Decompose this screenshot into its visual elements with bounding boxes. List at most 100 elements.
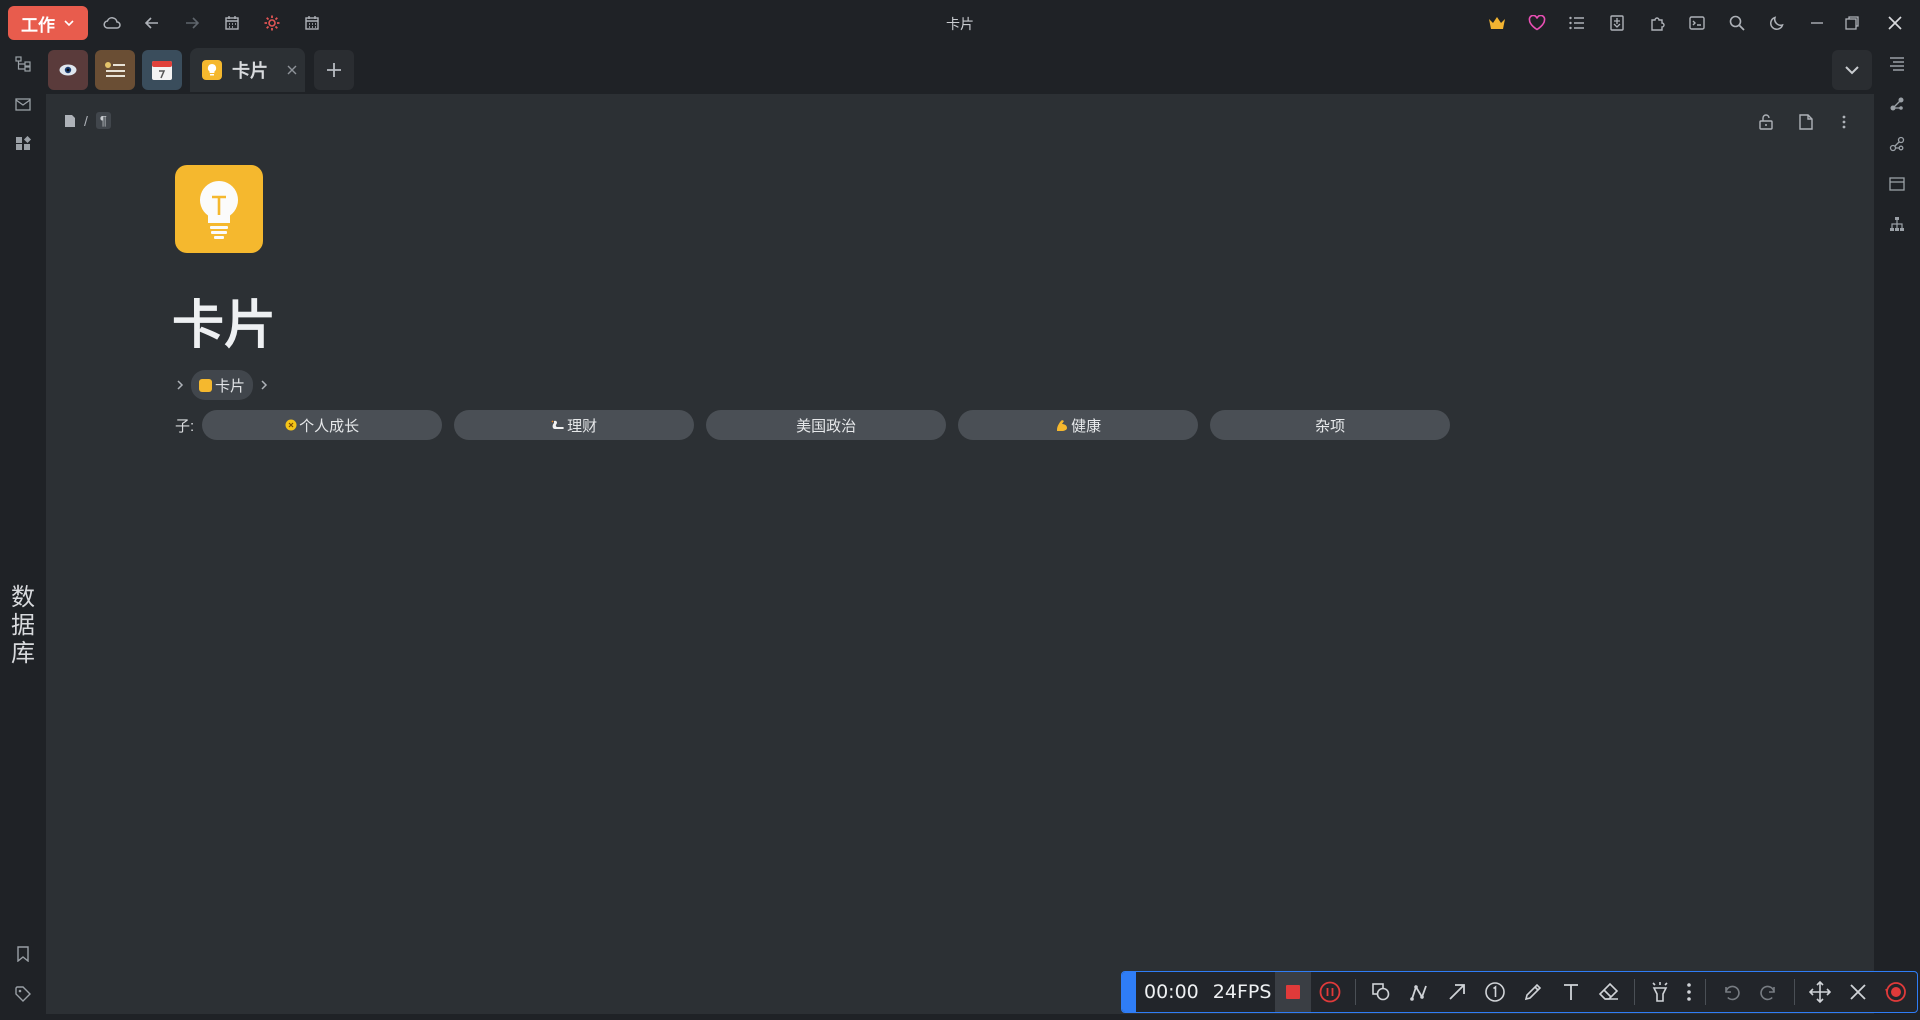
undo-button[interactable] (1715, 976, 1747, 1008)
more-tools-button[interactable] (1682, 976, 1696, 1008)
search-icon[interactable] (1725, 11, 1749, 35)
document-title[interactable]: 卡片 (172, 294, 276, 358)
recording-timer: 00:00 (1144, 981, 1199, 1003)
inbox-icon[interactable] (1605, 11, 1629, 35)
arrow-tool-button[interactable] (1441, 976, 1473, 1008)
step-number-tool-button[interactable] (1479, 976, 1511, 1008)
children-label: 子: (175, 417, 195, 435)
new-tab-button[interactable] (314, 50, 354, 90)
shapes-tool-button[interactable] (1365, 976, 1397, 1008)
tab-pinned-tasks[interactable] (95, 50, 135, 90)
calendar-month-icon[interactable] (300, 11, 324, 35)
chevron-right-icon[interactable] (175, 379, 185, 391)
more-vertical-icon[interactable] (1834, 112, 1854, 132)
child-document-pill[interactable]: 健康 (958, 410, 1199, 440)
record-icon (1885, 981, 1907, 1003)
redo-button[interactable] (1753, 976, 1785, 1008)
move-toolbar-button[interactable] (1804, 976, 1836, 1008)
toolbar-divider (1355, 979, 1357, 1005)
bookmark-icon[interactable] (11, 942, 35, 966)
child-document-pill[interactable]: 美国政治 (706, 410, 947, 440)
child-document-name: 杂项 (1315, 417, 1346, 435)
heart-icon[interactable] (1525, 11, 1549, 35)
pilcrow-icon[interactable]: ¶ (95, 112, 111, 129)
workspace-switcher-button[interactable]: 工作 (8, 6, 88, 40)
chevron-right-icon[interactable] (259, 379, 269, 391)
backlinks-panel-icon[interactable] (1885, 172, 1909, 196)
back-arrow-icon[interactable] (140, 11, 164, 35)
restore-icon[interactable] (1840, 11, 1864, 35)
forward-arrow-icon[interactable] (180, 11, 204, 35)
file-tree-icon[interactable] (11, 52, 35, 76)
widgets-icon[interactable] (11, 132, 35, 156)
child-document-pill[interactable]: 个人成长 (202, 410, 443, 440)
terminal-icon[interactable] (1685, 11, 1709, 35)
editor-pane: / ¶ 卡片 卡片 子: 个人成长 理财 美国政治 健康 杂项 (46, 94, 1874, 1014)
child-document-pill[interactable]: 杂项 (1210, 410, 1451, 440)
child-document-pill[interactable]: 理财 (454, 410, 695, 440)
close-tab-icon[interactable] (286, 64, 298, 76)
global-graph-icon[interactable] (1885, 132, 1909, 156)
swan-emoji-icon (551, 419, 565, 431)
stop-recording-button[interactable] (1275, 972, 1312, 1012)
document-emoji-lightbulb-icon[interactable] (175, 165, 263, 253)
redo-icon (1759, 982, 1779, 1002)
task-list-icon (104, 61, 126, 79)
shapes-icon (1371, 982, 1391, 1002)
cloud-sync-icon[interactable] (100, 11, 124, 35)
sparkle-emoji-icon (285, 419, 297, 431)
flexed-biceps-emoji-icon (1055, 418, 1069, 432)
calendar-day-icon (151, 59, 173, 81)
tab-pinned-eye[interactable] (48, 50, 88, 90)
eraser-icon (1598, 982, 1620, 1002)
record-toggle-button[interactable] (1880, 976, 1912, 1008)
breadcrumb-separator: / (84, 112, 88, 129)
lightbulb-icon (202, 60, 222, 80)
screen-recorder-toolbar: 00:00 24FPS (1121, 971, 1918, 1013)
undo-icon (1721, 982, 1741, 1002)
database-panel-label[interactable]: 数据库 (8, 584, 38, 668)
pencil-icon (1523, 982, 1543, 1002)
tab-pinned-calendar[interactable] (142, 50, 182, 90)
puzzle-plugin-icon[interactable] (1645, 11, 1669, 35)
tab-list-dropdown-button[interactable] (1832, 50, 1872, 90)
tab-active-card[interactable]: 卡片 (190, 48, 305, 92)
current-document-chip[interactable]: 卡片 (191, 370, 254, 400)
minimize-icon[interactable] (1805, 11, 1829, 35)
pause-recording-button[interactable] (1314, 976, 1346, 1008)
settings-gear-icon[interactable] (260, 11, 284, 35)
text-tool-button[interactable] (1555, 976, 1587, 1008)
crown-icon[interactable] (1485, 11, 1509, 35)
mail-icon[interactable] (11, 92, 35, 116)
chevron-down-icon (1843, 61, 1861, 79)
unlock-icon[interactable] (1756, 112, 1776, 132)
pen-tool-button[interactable] (1517, 976, 1549, 1008)
eraser-tool-button[interactable] (1593, 976, 1625, 1008)
left-dock: 数据库 (0, 46, 46, 1020)
close-window-icon[interactable] (1883, 11, 1907, 35)
moon-icon[interactable] (1765, 11, 1789, 35)
recorder-drag-handle[interactable] (1122, 972, 1136, 1012)
child-document-name: 个人成长 (299, 417, 360, 435)
spotlight-tool-button[interactable] (1644, 976, 1676, 1008)
polyline-icon (1409, 982, 1429, 1002)
pause-icon (1319, 981, 1341, 1003)
graph-view-icon[interactable] (1885, 92, 1909, 116)
eye-icon (58, 63, 78, 77)
breadcrumb: / ¶ (64, 112, 111, 129)
polyline-tool-button[interactable] (1403, 976, 1435, 1008)
list-icon[interactable] (1565, 11, 1589, 35)
document-info-icon[interactable] (1796, 112, 1816, 132)
title-bar: 工作 卡片 (0, 0, 1920, 46)
workspace-label: 工作 (21, 15, 55, 35)
move-arrows-icon (1809, 981, 1832, 1003)
close-recorder-button[interactable] (1842, 976, 1874, 1008)
tag-icon[interactable] (11, 982, 35, 1006)
document-icon[interactable] (64, 114, 76, 128)
hierarchy-icon[interactable] (1885, 212, 1909, 236)
calendar-icon[interactable] (220, 11, 244, 35)
current-document-name: 卡片 (215, 377, 246, 395)
toolbar-divider (1705, 979, 1707, 1005)
right-dock (1874, 46, 1920, 1020)
outline-icon[interactable] (1885, 52, 1909, 76)
